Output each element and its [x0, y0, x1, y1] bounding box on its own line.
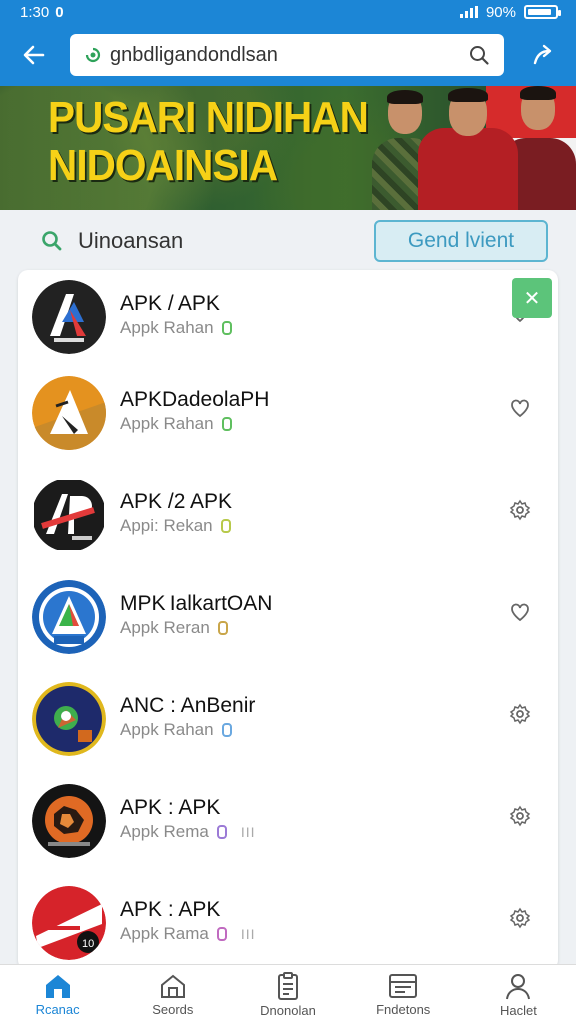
favorite-button[interactable]: [506, 496, 534, 524]
list-item[interactable]: APKDadeolaPH Appk Rahan: [18, 370, 558, 470]
app-icon: [32, 682, 106, 756]
app-subtitle: Appi: Rekan: [120, 516, 231, 536]
status-bar: 1:30 0 90%: [0, 0, 576, 24]
list-item[interactable]: APK : APK Appk Rema III: [18, 778, 558, 878]
search-row: Uinoansan Gend lvient: [0, 210, 576, 272]
person-icon: [506, 974, 531, 1000]
app-subtitle: Appk Rahan: [120, 318, 232, 338]
gear-icon: [509, 703, 531, 725]
app-subtitle: Appk Reran: [120, 618, 228, 638]
app-icon: [32, 580, 106, 654]
status-tag: [221, 321, 232, 335]
status-tag: [221, 723, 232, 737]
banner-title: PUSARI NIDIHAN NIDOAINSIA: [48, 93, 369, 190]
app-name: APK : APK: [120, 898, 221, 921]
share-icon: [533, 44, 552, 65]
bottom-nav: Rcanac Seords Dnonolan Fndetons Haclet: [0, 964, 576, 1024]
signal-bars: III: [240, 824, 256, 840]
list-item[interactable]: 10 APK : APK Appk Rama III: [18, 880, 558, 970]
search-icon[interactable]: [468, 44, 490, 66]
url-bar[interactable]: gnbdligandondlsan: [70, 34, 504, 76]
nav-search[interactable]: Seords: [115, 965, 230, 1024]
svg-text:10: 10: [82, 938, 94, 950]
signal-bars: III: [240, 926, 256, 942]
back-button[interactable]: [18, 39, 50, 71]
app-name: APK /2 APK: [120, 490, 233, 513]
heart-icon: [511, 399, 529, 418]
search-icon: [42, 231, 62, 251]
document-list-icon: [389, 974, 418, 998]
app-subtitle: Appk Rema III: [120, 822, 256, 841]
nav-profile[interactable]: Haclet: [461, 965, 576, 1024]
arrow-left-icon: [23, 45, 45, 65]
app-name: APKDadeolaPH: [120, 388, 270, 411]
banner-title-line2: NIDOAINSIA: [48, 141, 278, 190]
favorite-button[interactable]: [506, 700, 534, 728]
favorite-button[interactable]: [506, 904, 534, 932]
list-item[interactable]: ANC : AnBenir Appk Rahan: [18, 676, 558, 776]
app-icon: 10: [32, 886, 106, 960]
search-text: Uinoansan: [78, 228, 184, 253]
action-button[interactable]: Gend lvient: [374, 220, 548, 262]
share-button[interactable]: [528, 40, 558, 70]
status-tag: [216, 927, 227, 941]
app-icon: [32, 376, 106, 450]
nav-features[interactable]: Fndetons: [346, 965, 461, 1024]
gear-icon: [509, 499, 531, 521]
nav-label: Rcanac: [35, 1002, 80, 1017]
search-field[interactable]: Uinoansan: [40, 228, 183, 254]
check-badge-icon: ✕: [512, 278, 552, 318]
battery-percent: 90%: [485, 3, 516, 21]
house-outline-icon: [160, 974, 185, 998]
list-item[interactable]: APK /2 APK Appi: Rekan: [18, 472, 558, 572]
app-name: APK / APK: [120, 292, 220, 315]
heart-icon: [511, 603, 529, 622]
nav-label: Fndetons: [376, 1002, 431, 1017]
nav-label: Dnonolan: [260, 1003, 316, 1018]
home-icon: [45, 975, 70, 998]
app-icon: [32, 784, 106, 858]
battery-icon: [524, 5, 561, 19]
lock-icon: [85, 47, 101, 63]
status-tag: [221, 417, 232, 431]
battery-level: [528, 9, 551, 15]
app-bar: gnbdligandondlsan: [0, 24, 576, 86]
app-icon: [32, 280, 106, 354]
app-name: APK : APK: [120, 796, 221, 819]
banner-person: [418, 86, 518, 210]
gear-icon: [509, 805, 531, 827]
clipboard-icon: [278, 972, 298, 1000]
promo-banner[interactable]: PUSARI NIDIHAN NIDOAINSIA: [0, 86, 576, 210]
url-text: gnbdligandondlsan: [110, 43, 278, 66]
app-subtitle: Appk Rahan: [120, 720, 232, 740]
gear-icon: [509, 907, 531, 929]
nav-label: Seords: [152, 1002, 194, 1017]
list-item[interactable]: MPK IalkartOAN Appk Reran: [18, 574, 558, 674]
list-item[interactable]: APK / APK Appk Rahan ✕: [18, 274, 558, 374]
app-name: MPK IalkartOAN: [120, 592, 273, 615]
favorite-button[interactable]: [506, 394, 534, 422]
banner-title-line1: PUSARI NIDIHAN: [48, 93, 369, 142]
app-subtitle: Appk Rama III: [120, 924, 256, 943]
app-icon: [32, 478, 106, 552]
app-name: ANC : AnBenir: [120, 694, 256, 717]
app-list: APK / APK Appk Rahan ✕ APKDadeolaPH Appk…: [18, 270, 558, 970]
nav-download[interactable]: Dnonolan: [230, 965, 345, 1024]
favorite-button[interactable]: [506, 598, 534, 626]
status-time: 1:30: [20, 3, 50, 21]
status-tag: [216, 825, 227, 839]
nav-label: Haclet: [499, 1003, 537, 1018]
favorite-button[interactable]: [506, 802, 534, 830]
signal-icon: [459, 6, 478, 18]
app-subtitle: Appk Rahan: [120, 414, 232, 434]
status-tag: [220, 519, 231, 533]
nav-home[interactable]: Rcanac: [0, 965, 115, 1024]
status-tag: [217, 621, 228, 635]
notification-icon: 0: [55, 3, 64, 21]
